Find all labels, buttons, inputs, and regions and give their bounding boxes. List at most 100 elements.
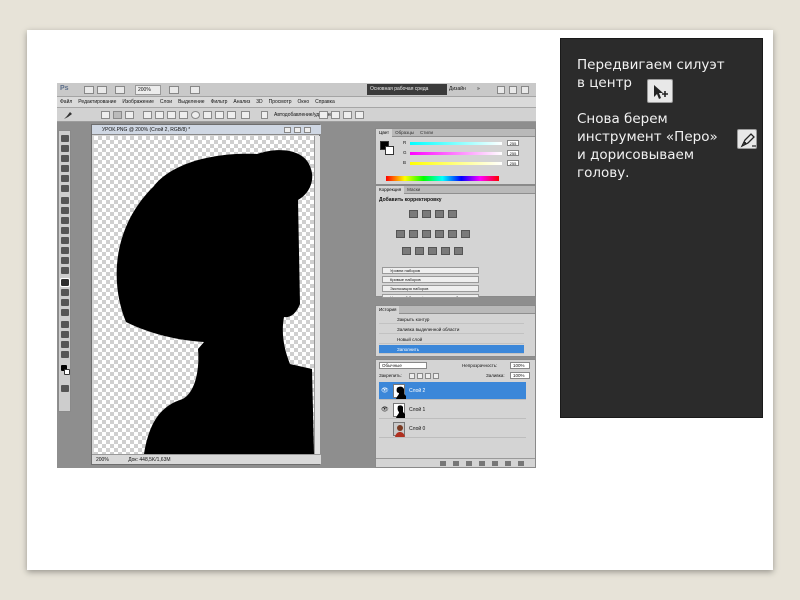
shape-layers-icon[interactable] — [101, 111, 110, 119]
history-item-fill-selection[interactable]: Заливка выделенной области — [379, 325, 524, 334]
color-balance-icon[interactable] — [422, 230, 431, 238]
crop-tool-icon[interactable] — [61, 175, 69, 182]
eye-icon[interactable]: 👁 — [381, 407, 389, 413]
geometry-options-icon[interactable] — [241, 111, 250, 119]
view-extras-icon[interactable] — [115, 86, 125, 94]
pen-tool-icon[interactable] — [60, 278, 70, 287]
curves-icon[interactable] — [435, 210, 444, 218]
layer-style-icon[interactable] — [453, 461, 459, 466]
arrange-documents-icon[interactable] — [169, 86, 179, 94]
doc-minimize-icon[interactable] — [284, 127, 291, 133]
lasso-tool-icon[interactable] — [61, 155, 69, 162]
tab-history[interactable]: История — [376, 306, 400, 314]
zoom-select[interactable]: 200% — [135, 85, 161, 95]
new-layer-icon[interactable] — [505, 461, 511, 466]
canvas-vertical-scrollbar[interactable] — [314, 136, 320, 454]
color-ramp[interactable] — [386, 176, 499, 181]
eraser-tool-icon[interactable] — [61, 237, 69, 244]
brush-tool-icon[interactable] — [61, 207, 69, 214]
gradient-map-icon[interactable] — [441, 247, 450, 255]
channel-r-value[interactable]: 255 — [507, 140, 519, 146]
preset-curves[interactable]: Кривые наборов — [382, 276, 479, 283]
lock-all-icon[interactable] — [433, 373, 439, 379]
menu-select[interactable]: Выделение — [175, 97, 208, 108]
3d-rotate-tool-icon[interactable] — [61, 321, 69, 328]
menu-image[interactable]: Изображение — [119, 97, 157, 108]
layer-mask-icon[interactable] — [466, 461, 472, 466]
polygon-icon[interactable] — [203, 111, 212, 119]
photo-filter-icon[interactable] — [448, 230, 457, 238]
more-workspaces[interactable]: » — [477, 86, 480, 92]
layer-row[interactable]: 👁 Слой 2 — [379, 382, 526, 400]
preset-levels[interactable]: Уровни наборов — [382, 267, 479, 274]
custom-shape-icon[interactable] — [227, 111, 236, 119]
ellipse-icon[interactable] — [191, 111, 200, 119]
history-item-new-layer[interactable]: Новый слой — [379, 335, 524, 344]
invert-icon[interactable] — [402, 247, 411, 255]
quick-mask-icon[interactable] — [61, 385, 69, 392]
background-swatch[interactable] — [385, 146, 394, 155]
zoom-tool-icon[interactable] — [61, 351, 69, 358]
close-icon[interactable] — [521, 86, 529, 94]
adjustment-layer-icon[interactable] — [479, 461, 485, 466]
bridge-icon[interactable] — [84, 86, 94, 94]
hand-tool-icon[interactable] — [61, 341, 69, 348]
tab-color[interactable]: Цвет — [376, 129, 393, 137]
history-item-close-path[interactable]: Закрыть контур — [379, 315, 524, 324]
shape-tool-icon[interactable] — [61, 309, 69, 316]
vibrance-icon[interactable] — [396, 230, 405, 238]
hue-saturation-icon[interactable] — [409, 230, 418, 238]
paths-mode-icon[interactable] — [113, 111, 122, 119]
path-area-add-icon[interactable] — [319, 111, 328, 119]
move-tool-icon[interactable] — [61, 135, 69, 142]
preset-exposure[interactable]: Экспозиция наборов — [382, 285, 479, 292]
document-canvas[interactable] — [94, 136, 314, 454]
mini-bridge-icon[interactable] — [97, 86, 107, 94]
type-tool-icon[interactable] — [61, 289, 69, 296]
rounded-rectangle-icon[interactable] — [179, 111, 188, 119]
path-selection-tool-icon[interactable] — [61, 299, 69, 306]
blend-mode-select[interactable]: Обычные — [379, 362, 427, 369]
line-icon[interactable] — [215, 111, 224, 119]
fill-field[interactable]: 100% — [510, 372, 530, 379]
clone-stamp-tool-icon[interactable] — [61, 217, 69, 224]
minimize-icon[interactable] — [497, 86, 505, 94]
layer-row[interactable]: Слой 0 — [379, 420, 526, 438]
channel-g-value[interactable]: 255 — [507, 150, 519, 156]
design-workspace[interactable]: Дизайн — [449, 86, 466, 92]
3d-orbit-tool-icon[interactable] — [61, 331, 69, 338]
levels-icon[interactable] — [422, 210, 431, 218]
tab-masks[interactable]: Маски — [404, 186, 423, 194]
rectangle-icon[interactable] — [167, 111, 176, 119]
lock-position-icon[interactable] — [425, 373, 431, 379]
doc-close-icon[interactable] — [304, 127, 311, 133]
doc-maximize-icon[interactable] — [294, 127, 301, 133]
tab-swatches[interactable]: Образцы — [392, 129, 417, 137]
channel-r-slider[interactable] — [410, 142, 502, 145]
eye-icon[interactable]: 👁 — [381, 388, 389, 394]
menu-layer[interactable]: Слои — [157, 97, 175, 108]
link-layers-icon[interactable] — [440, 461, 446, 466]
path-area-subtract-icon[interactable] — [331, 111, 340, 119]
threshold-icon[interactable] — [428, 247, 437, 255]
exposure-icon[interactable] — [448, 210, 457, 218]
posterize-icon[interactable] — [415, 247, 424, 255]
auto-add-delete-checkbox[interactable] — [261, 111, 268, 119]
quick-select-tool-icon[interactable] — [61, 165, 69, 172]
channel-mixer-icon[interactable] — [461, 230, 470, 238]
pen-icon[interactable] — [143, 111, 152, 119]
menu-filter[interactable]: Фильтр — [208, 97, 231, 108]
tab-adjustments[interactable]: Коррекция — [376, 186, 405, 194]
maximize-icon[interactable] — [509, 86, 517, 94]
menu-view[interactable]: Просмотр — [266, 97, 295, 108]
menu-file[interactable]: Файл — [57, 97, 75, 108]
path-area-intersect-icon[interactable] — [343, 111, 352, 119]
channel-b-slider[interactable] — [410, 162, 502, 165]
menu-edit[interactable]: Редактирование — [75, 97, 119, 108]
freeform-pen-icon[interactable] — [155, 111, 164, 119]
brightness-contrast-icon[interactable] — [409, 210, 418, 218]
trash-icon[interactable] — [518, 461, 524, 466]
lock-image-icon[interactable] — [417, 373, 423, 379]
history-item-fill[interactable]: Заполнить — [379, 345, 524, 354]
background-color-swatch[interactable] — [64, 369, 70, 375]
